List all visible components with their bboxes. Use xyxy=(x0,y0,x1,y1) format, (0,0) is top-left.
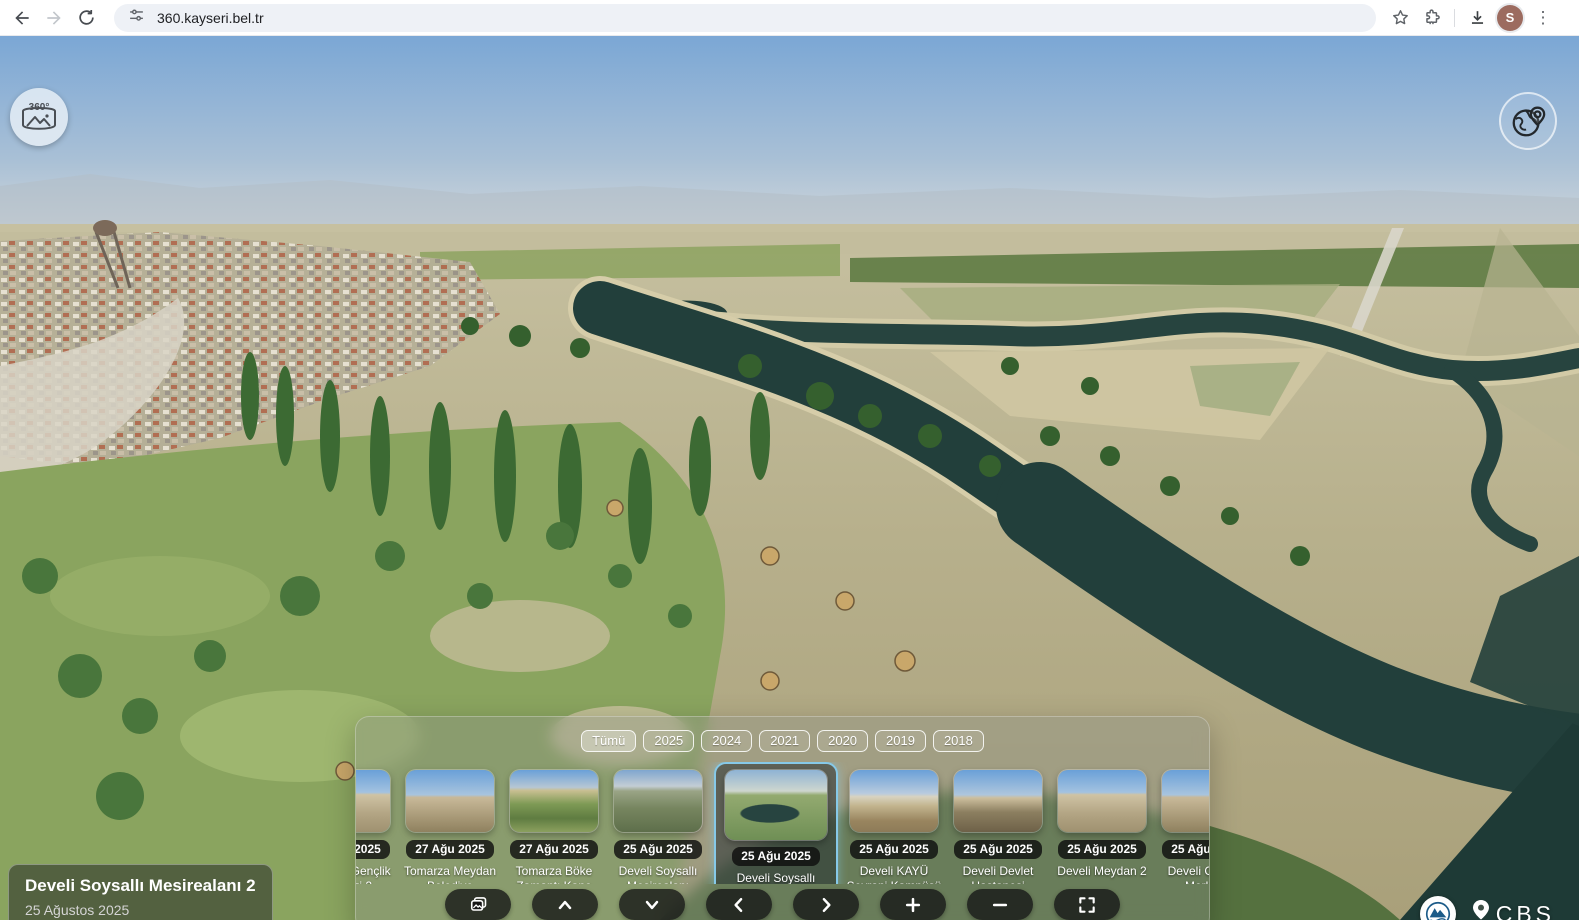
thumbnail-date: 25 Ağu 2025 xyxy=(1058,840,1146,859)
forward-icon[interactable] xyxy=(38,2,70,34)
carousel-item[interactable]: 27 Ağu 2025 Tomarza Meydan Belediye xyxy=(402,762,498,884)
thumbnail-date: 25 Ağu 2025 xyxy=(614,840,702,859)
pan-down-button[interactable] xyxy=(619,889,685,920)
browser-toolbar: 360.kayseri.bel.tr S ⋮ xyxy=(0,0,1579,36)
thumbnail-label: Develi KAYÜ Seyrani Kampüsü 2 xyxy=(846,864,942,884)
year-chip-2025[interactable]: 2025 xyxy=(643,730,694,752)
cbs-label: CBS xyxy=(1496,901,1555,920)
year-chip-2020[interactable]: 2020 xyxy=(817,730,868,752)
thumbnail-image xyxy=(850,770,938,832)
thumbnail-date: 25 Ağu 2025 xyxy=(1162,840,1209,859)
thumbnail-label: Develi Soysallı Mesirealanı xyxy=(610,864,706,884)
thumbnail-image xyxy=(954,770,1042,832)
thumbnail-image xyxy=(725,770,827,840)
thumbnail-label: Develi Devlet Hastanesi xyxy=(950,864,1046,884)
site-settings-icon[interactable] xyxy=(128,7,145,29)
pin-layers-icon xyxy=(1468,899,1494,920)
zoom-out-button[interactable] xyxy=(967,889,1033,920)
pan-left-button[interactable] xyxy=(706,889,772,920)
thumbnail-label: Develi Soysallı Mesirealanı 2 xyxy=(720,871,832,884)
carousel-track: 27 Ağu 2025 Tomarza Gençlik Merkezi 2 27… xyxy=(356,762,1209,884)
thumbnail-label: Tomarza Böke Zamantı Kano xyxy=(506,864,602,884)
thumbnail-image xyxy=(1162,770,1209,832)
address-bar[interactable]: 360.kayseri.bel.tr xyxy=(114,4,1376,32)
zoom-in-button[interactable] xyxy=(880,889,946,920)
url-text: 360.kayseri.bel.tr xyxy=(157,10,264,26)
thumbnail-date: 27 Ağu 2025 xyxy=(406,840,494,859)
location-date: 25 Ağustos 2025 xyxy=(25,902,256,918)
carousel-item[interactable]: 25 Ağu 2025 Develi Soysallı Mesirealanı xyxy=(610,762,706,884)
thumbnail-label: Tomarza Meydan Belediye xyxy=(402,864,498,884)
page: 360.kayseri.bel.tr S ⋮ xyxy=(0,0,1579,920)
year-chip-2021[interactable]: 2021 xyxy=(759,730,810,752)
year-chip-2024[interactable]: 2024 xyxy=(701,730,752,752)
fullscreen-button[interactable] xyxy=(1054,889,1120,920)
cbs-logo[interactable]: CBS xyxy=(1468,899,1555,920)
thumbnail-date: 25 Ağu 2025 xyxy=(732,847,820,866)
year-chip-2019[interactable]: 2019 xyxy=(875,730,926,752)
thumbnail-date: 25 Ağu 2025 xyxy=(850,840,938,859)
carousel-item[interactable]: 25 Ağu 2025 Develi Devlet Hastanesi xyxy=(950,762,1046,884)
carousel-item-selected[interactable]: 25 Ağu 2025 Develi Soysallı Mesirealanı … xyxy=(714,762,838,884)
back-icon[interactable] xyxy=(6,2,38,34)
logo-360-badge[interactable]: 360° xyxy=(10,88,68,146)
carousel-clip: 27 Ağu 2025 Tomarza Gençlik Merkezi 2 27… xyxy=(356,762,1209,884)
thumbnail-label: Develi Meydan 2 xyxy=(1054,864,1150,879)
thumbnail-image xyxy=(406,770,494,832)
location-title: Develi Soysallı Mesirealanı 2 xyxy=(25,876,256,896)
menu-kebab-icon[interactable]: ⋮ xyxy=(1527,2,1559,34)
bookmark-star-icon[interactable] xyxy=(1384,2,1416,34)
timeline-panel: Tümü 2025 2024 2021 2020 2019 2018 27 Ağ… xyxy=(355,716,1210,920)
thumbnail-image xyxy=(356,770,390,832)
gallery-button[interactable] xyxy=(445,889,511,920)
thumbnail-date: 25 Ağu 2025 xyxy=(954,840,1042,859)
thumbnail-image xyxy=(614,770,702,832)
year-chip-all[interactable]: Tümü xyxy=(581,730,636,752)
carousel-item[interactable]: 25 Ağu 2025 Develi KAYÜ Seyrani Kampüsü … xyxy=(846,762,942,884)
pan-right-button[interactable] xyxy=(793,889,859,920)
panorama-viewer: 360° Develi Soysallı Mesirealanı 2 25 Ağ… xyxy=(0,36,1579,920)
location-info-card: Develi Soysallı Mesirealanı 2 25 Ağustos… xyxy=(8,864,273,920)
carousel-item[interactable]: 27 Ağu 2025 Tomarza Gençlik Merkezi 2 xyxy=(356,762,394,884)
thumbnail-image xyxy=(510,770,598,832)
refresh-icon[interactable] xyxy=(70,2,102,34)
carousel-item[interactable]: 27 Ağu 2025 Tomarza Böke Zamantı Kano xyxy=(506,762,602,884)
year-filter-row: Tümü 2025 2024 2021 2020 2019 2018 xyxy=(356,730,1209,752)
toolbar-actions: S ⋮ xyxy=(1384,2,1559,34)
thumbnail-label: Tomarza Gençlik Merkezi 2 xyxy=(356,864,394,884)
map-globe-button[interactable] xyxy=(1499,92,1557,150)
thumbnail-image xyxy=(1058,770,1146,832)
brand-area: CBS xyxy=(1420,896,1555,920)
kayseri-municipality-logo[interactable] xyxy=(1420,896,1456,920)
year-chip-2018[interactable]: 2018 xyxy=(933,730,984,752)
profile-avatar[interactable]: S xyxy=(1497,5,1523,31)
toolbar-divider xyxy=(1454,9,1455,27)
thumbnail-date: 27 Ağu 2025 xyxy=(356,840,390,859)
thumbnail-date: 27 Ağu 2025 xyxy=(510,840,598,859)
download-icon[interactable] xyxy=(1461,2,1493,34)
carousel-item[interactable]: 25 Ağu 2025 Develi Gençlik Merkezi xyxy=(1158,762,1209,884)
thumbnail-label: Develi Gençlik Merkezi xyxy=(1158,864,1209,884)
viewer-controls xyxy=(356,889,1209,920)
badge-360-label: 360° xyxy=(29,102,50,113)
pan-up-button[interactable] xyxy=(532,889,598,920)
extensions-icon[interactable] xyxy=(1416,2,1448,34)
carousel-item[interactable]: 25 Ağu 2025 Develi Meydan 2 xyxy=(1054,762,1150,879)
